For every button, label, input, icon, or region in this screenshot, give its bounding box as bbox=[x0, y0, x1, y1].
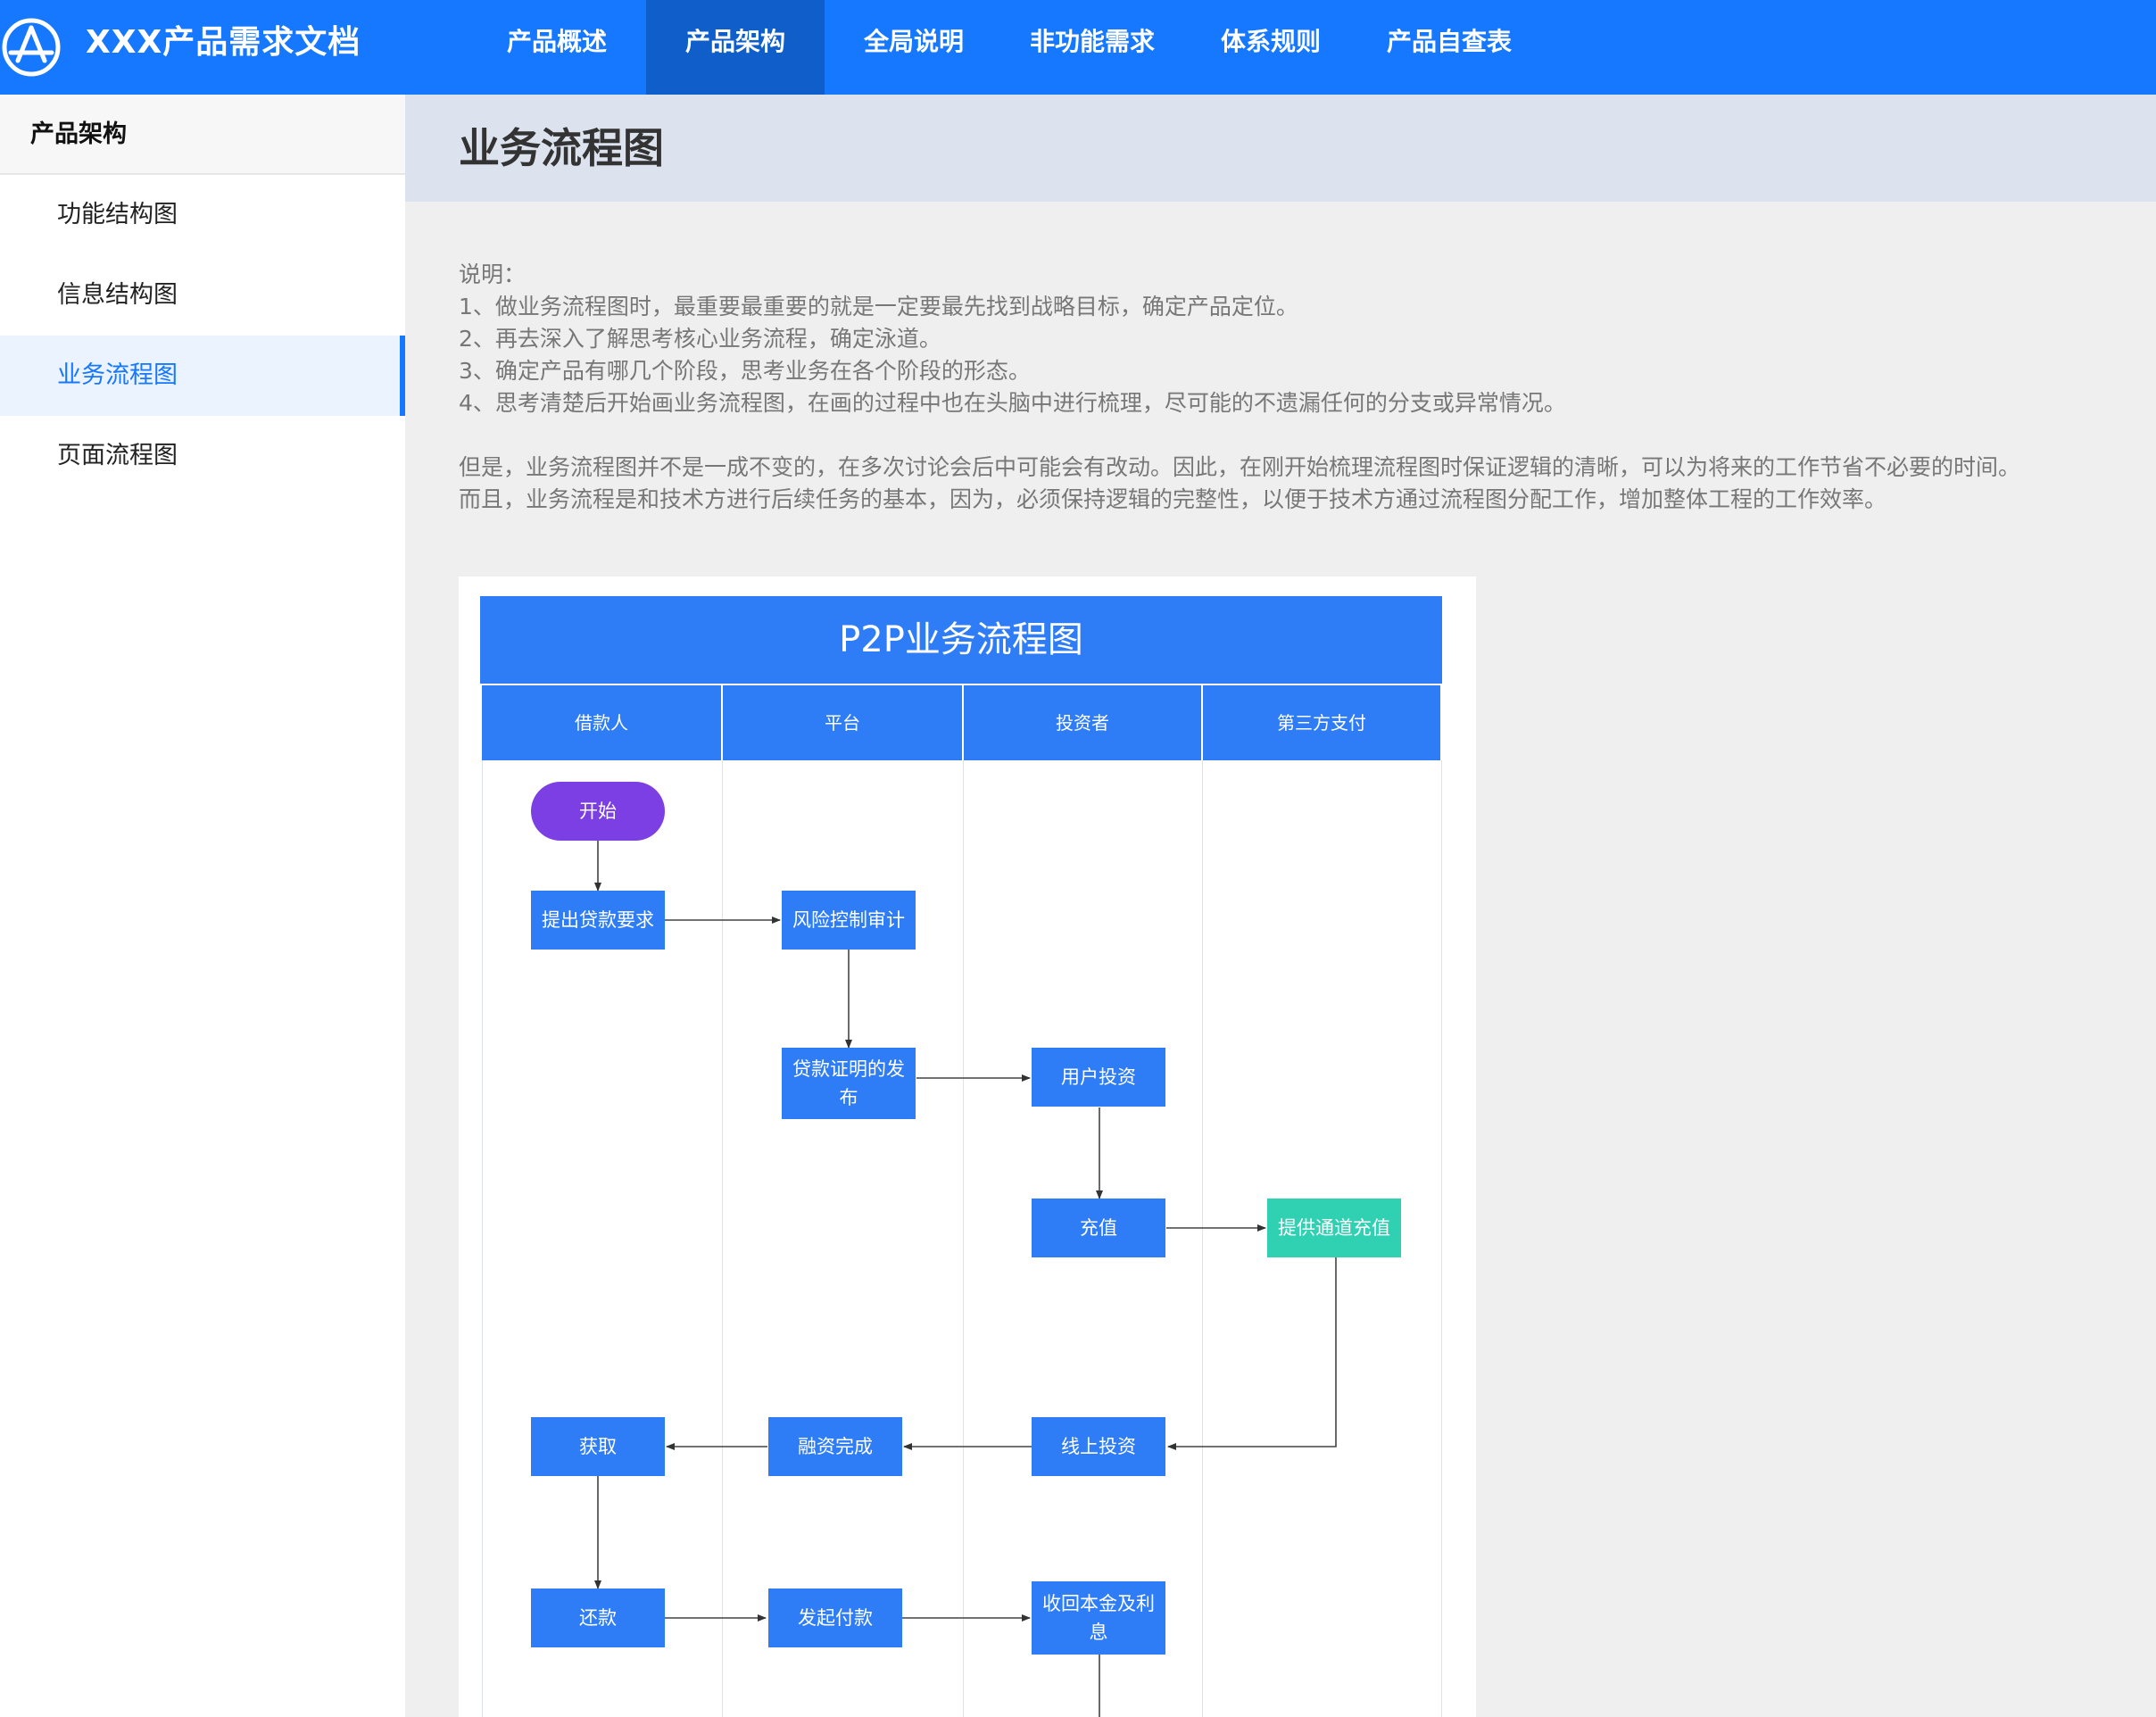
page-title: 业务流程图 bbox=[459, 124, 664, 172]
sidebar-item-page-flow[interactable]: 页面流程图 bbox=[0, 416, 405, 496]
node-recharge[interactable]: 充值 bbox=[1032, 1199, 1165, 1257]
top-bar: XXX产品需求文档 产品概述 产品架构 全局说明 非功能需求 体系规则 产品自查… bbox=[0, 0, 2156, 95]
node-loan-request[interactable]: 提出贷款要求 bbox=[531, 891, 665, 950]
desc-line: 说明： bbox=[459, 261, 527, 287]
desc-gap bbox=[459, 419, 2136, 452]
node-online-invest[interactable]: 线上投资 bbox=[1032, 1417, 1165, 1476]
node-obtain[interactable]: 获取 bbox=[531, 1417, 665, 1476]
page-header: 业务流程图 bbox=[405, 95, 2156, 202]
desc-line: 2、再去深入了解思考核心业务流程，确定泳道。 bbox=[459, 326, 941, 352]
flow-arrows bbox=[594, 841, 1337, 1717]
nav-system-rules[interactable]: 体系规则 bbox=[1182, 0, 1360, 95]
p2p-flow-diagram: P2P业务流程图 借款人 平台 投资者 第三方支付 开始 提出贷款要求 风险控制… bbox=[480, 596, 1442, 1717]
sidebar-item-business-flow[interactable]: 业务流程图 bbox=[0, 336, 405, 416]
node-channel-recharge[interactable]: 提供通道充值 bbox=[1267, 1199, 1401, 1257]
sidebar-item-function-structure[interactable]: 功能结构图 bbox=[0, 175, 405, 255]
app-title[interactable]: XXX产品需求文档 bbox=[86, 0, 361, 95]
description: 说明： 1、做业务流程图时，最重要最重要的就是一定要最先找到战略目标，确定产品定… bbox=[459, 259, 2136, 516]
node-repay[interactable]: 还款 bbox=[531, 1588, 665, 1647]
node-user-invest[interactable]: 用户投资 bbox=[1032, 1048, 1165, 1107]
nav-architecture[interactable]: 产品架构 bbox=[646, 0, 825, 95]
sidebar-item-info-structure[interactable]: 信息结构图 bbox=[0, 255, 405, 336]
desc-line: 4、思考清楚后开始画业务流程图，在画的过程中也在头脑中进行梳理，尽可能的不遗漏任… bbox=[459, 390, 1566, 416]
node-start[interactable]: 开始 bbox=[531, 782, 665, 841]
sidebar: 产品架构 功能结构图 信息结构图 业务流程图 页面流程图 bbox=[0, 95, 405, 1717]
nav-global-notes[interactable]: 全局说明 bbox=[825, 0, 1003, 95]
app-store-logo-icon[interactable] bbox=[0, 12, 62, 82]
desc-line: 3、确定产品有哪几个阶段，思考业务在各个阶段的形态。 bbox=[459, 358, 1031, 384]
nav-overview[interactable]: 产品概述 bbox=[468, 0, 646, 95]
diagram-card: P2P业务流程图 借款人 平台 投资者 第三方支付 开始 提出贷款要求 风险控制… bbox=[459, 576, 1476, 1717]
sidebar-section-title: 产品架构 bbox=[0, 95, 405, 175]
desc-paragraph-line: 但是，业务流程图并不是一成不变的，在多次讨论会后中可能会有改动。因此，在刚开始梳… bbox=[459, 454, 2021, 480]
nav-nonfunctional[interactable]: 非功能需求 bbox=[1003, 0, 1182, 95]
node-financing-done[interactable]: 融资完成 bbox=[768, 1417, 902, 1476]
node-risk-audit[interactable]: 风险控制审计 bbox=[782, 891, 916, 950]
top-nav: 产品概述 产品架构 全局说明 非功能需求 体系规则 产品自查表 bbox=[468, 0, 1538, 95]
desc-line: 1、做业务流程图时，最重要最重要的就是一定要最先找到战略目标，确定产品定位。 bbox=[459, 294, 1298, 319]
node-initiate-payment[interactable]: 发起付款 bbox=[768, 1588, 902, 1647]
nav-checklist[interactable]: 产品自查表 bbox=[1360, 0, 1538, 95]
node-loan-publish[interactable]: 贷款证明的发布 bbox=[782, 1048, 916, 1119]
desc-paragraph-line: 而且，业务流程是和技术方进行后续任务的基本，因为，必须保持逻辑的完整性，以便于技… bbox=[459, 486, 1887, 512]
node-recover[interactable]: 收回本金及利息 bbox=[1032, 1581, 1165, 1655]
